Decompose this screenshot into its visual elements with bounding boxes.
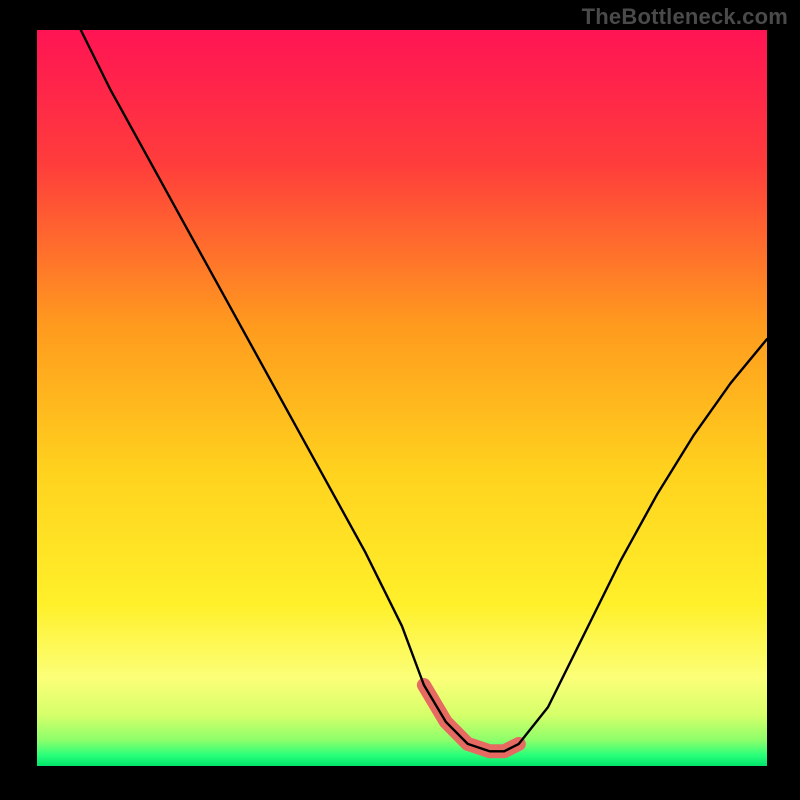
bottleneck-chart [0,0,800,800]
chart-frame: TheBottleneck.com [0,0,800,800]
plot-background [37,30,767,766]
watermark-text: TheBottleneck.com [582,4,788,30]
